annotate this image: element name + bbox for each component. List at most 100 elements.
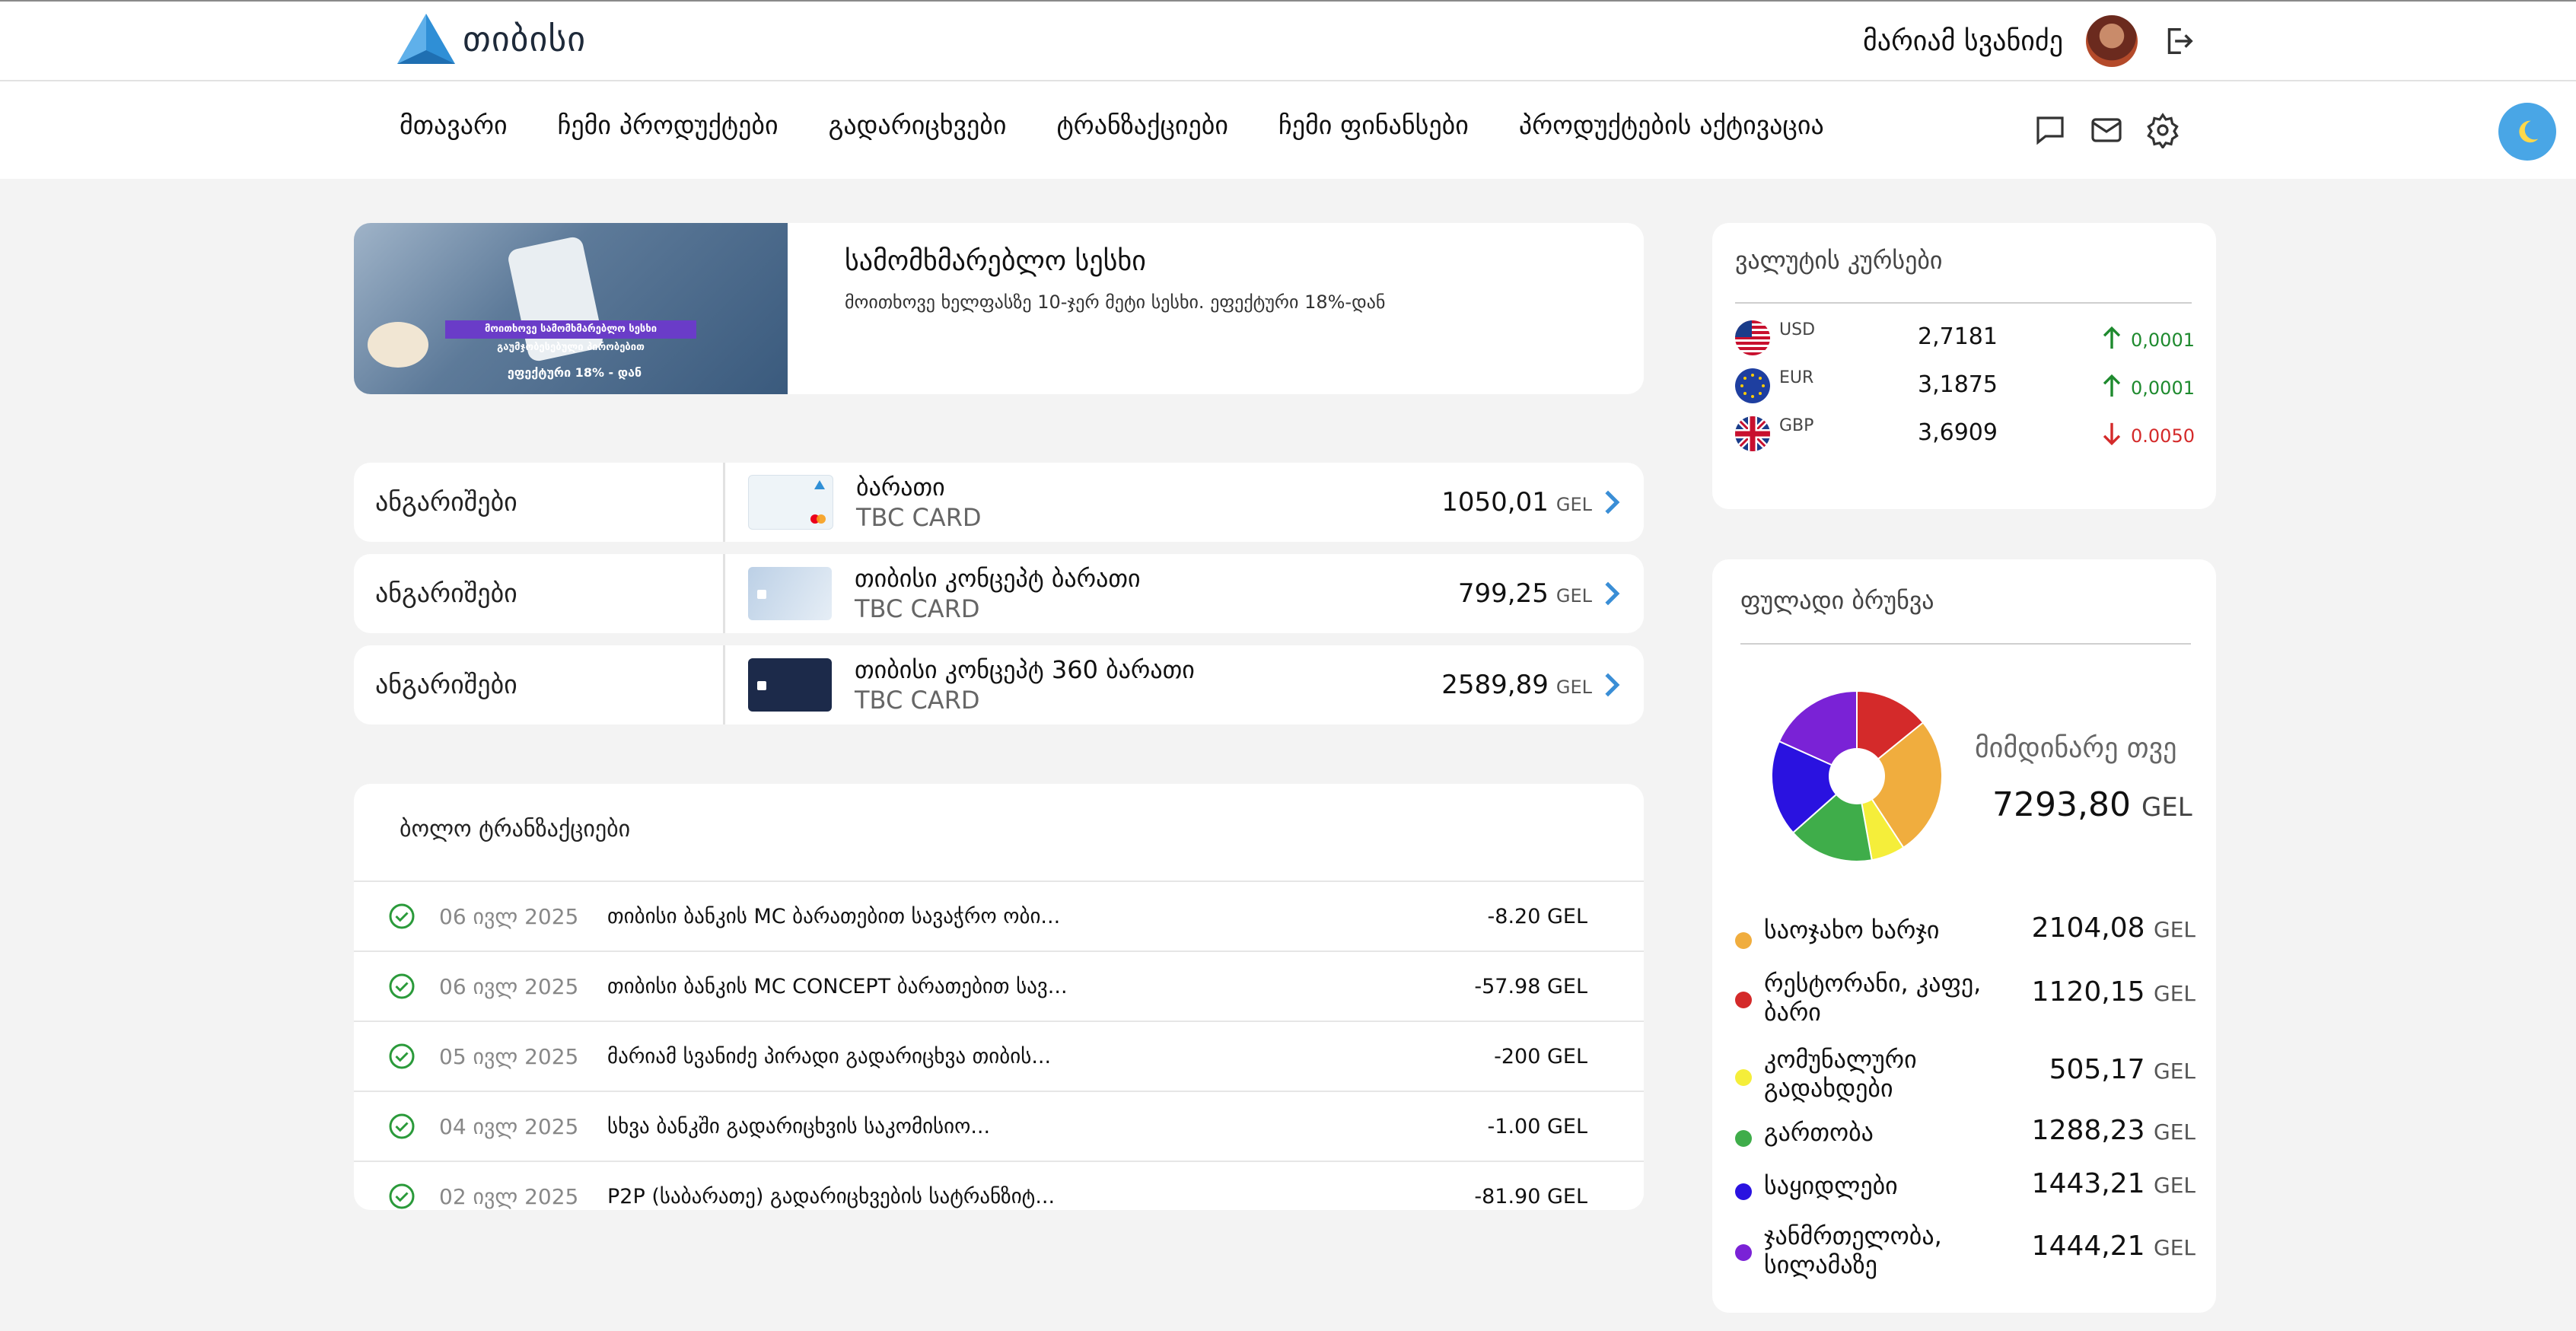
- rate-change: 0,0001: [2131, 330, 2195, 351]
- transaction-row[interactable]: 05 ივლ 2025 მარიამ სვანიძე პირადი გადარი…: [354, 1021, 1644, 1091]
- promo-card[interactable]: მოითხოვე სამომხმარებლო სესხი გაუმჯობესებ…: [354, 223, 1644, 394]
- user-area: მარიამ სვანიძე: [1863, 15, 2195, 67]
- arrow-up-icon: [2103, 374, 2121, 397]
- transaction-date: 06 ივლ 2025: [439, 903, 579, 929]
- pie-center-hole: [1829, 748, 1885, 804]
- balance-currency: GEL: [1555, 677, 1592, 698]
- transaction-row[interactable]: 06 ივლ 2025 თიბისი ბანკის MC CONCEPT ბარ…: [354, 950, 1644, 1021]
- card-chip: [757, 681, 766, 690]
- cashflow-pie-chart: [1771, 689, 1943, 862]
- nav-item-home[interactable]: მთავარი: [400, 110, 508, 141]
- category-color-dot: [1735, 1069, 1752, 1086]
- card-thumbnail: [748, 567, 832, 620]
- logout-icon[interactable]: [2160, 24, 2195, 59]
- transaction-description: თიბისი ბანკის MC CONCEPT ბარათებით სავ..…: [607, 974, 1068, 998]
- mail-icon[interactable]: [2088, 112, 2125, 148]
- logo[interactable]: თიბისი: [397, 14, 586, 64]
- gear-icon[interactable]: [2145, 112, 2181, 148]
- avatar[interactable]: [2086, 15, 2138, 67]
- category-amount: 1288,23 GEL: [2032, 1115, 2195, 1146]
- nav-item-my-finances[interactable]: ჩემი ფინანსები: [1278, 110, 1469, 141]
- eu-flag-icon: [1735, 368, 1770, 403]
- transaction-date: 06 ივლ 2025: [439, 973, 579, 999]
- category-name: რესტორანი, კაფე, ბარი: [1764, 969, 1982, 1027]
- category-amount: 505,17 GEL: [2049, 1054, 2195, 1085]
- moon-icon: [2519, 120, 2539, 143]
- account-row[interactable]: ანგარიშები ბარათი TBC CARD 1050,01 GEL: [354, 463, 1644, 542]
- account-name: თიბისი კონცეპტ ბარათი: [855, 564, 1141, 593]
- divider: [1735, 302, 2192, 304]
- category-amount-currency: GEL: [2154, 1173, 2195, 1198]
- currency-code: GBP: [1779, 416, 1814, 435]
- transaction-date: 04 ივლ 2025: [439, 1113, 579, 1139]
- us-flag-icon: [1735, 320, 1770, 355]
- account-info: თიბისი კონცეპტ ბარათი TBC CARD: [855, 564, 1141, 623]
- cashflow-total-currency: GEL: [2141, 792, 2192, 823]
- balance-currency: GEL: [1555, 494, 1592, 515]
- nav-icons: [2032, 112, 2181, 148]
- uk-flag-icon: [1735, 416, 1770, 451]
- transactions-list: 06 ივლ 2025 თიბისი ბანკის MC ბარათებით ს…: [354, 880, 1644, 1231]
- account-label: ანგარიშები: [375, 670, 517, 700]
- account-info: თიბისი კონცეპტ 360 ბარათი TBC CARD: [855, 655, 1195, 715]
- transaction-amount: -200 GEL: [1494, 1044, 1587, 1068]
- category-color-dot: [1735, 992, 1752, 1008]
- rate-value: 3,6909: [1918, 419, 1998, 446]
- balance-value: 799,25: [1457, 578, 1549, 609]
- category-color-dot: [1735, 932, 1752, 949]
- category-color-dot: [1735, 1130, 1752, 1147]
- category-name: კომუნალური გადახდები: [1764, 1045, 1917, 1103]
- nav-item-transfers[interactable]: გადარიცხვები: [829, 110, 1007, 141]
- promo-subtitle: მოითხოვე ხელფასზე 10-ჯერ მეტი სესხი. ეფე…: [845, 291, 1386, 313]
- arrow-up-icon: [2103, 326, 2121, 349]
- recent-transactions-card: ბოლო ტრანზაქციები 06 ივლ 2025 თიბისი ბან…: [354, 784, 1644, 1210]
- cashflow-title: ფულადი ბრუნვა: [1740, 586, 1934, 615]
- category-amount: 1444,21 GEL: [2032, 1231, 2195, 1262]
- category-amount: 2104,08 GEL: [2032, 912, 2195, 944]
- user-name[interactable]: მარიამ სვანიძე: [1863, 26, 2063, 57]
- tbc-card-logo-icon: [814, 480, 825, 489]
- main-nav: მთავარი ჩემი პროდუქტები გადარიცხვები ტრა…: [0, 81, 2576, 179]
- category-name: საყიდლები: [1764, 1171, 1898, 1200]
- category-name: საოჯახო ხარჯი: [1764, 915, 1940, 944]
- account-balance: 1050,01 GEL: [1441, 487, 1592, 517]
- category-color-dot: [1735, 1183, 1752, 1200]
- category-amount-value: 1120,15: [2031, 976, 2145, 1008]
- account-name: თიბისი კონცეპტ 360 ბარათი: [855, 655, 1195, 684]
- category-amount-value: 1444,21: [2031, 1231, 2145, 1262]
- transaction-date: 05 ივლ 2025: [439, 1043, 579, 1069]
- rate-row: USD 2,7181 0,0001: [1735, 319, 2195, 357]
- check-circle-icon: [389, 903, 415, 929]
- category-name: ჯანმრთელობა, სილამაზე: [1764, 1221, 1942, 1279]
- card-chip: [757, 590, 766, 599]
- account-row[interactable]: ანგარიშები თიბისი კონცეპტ 360 ბარათი TBC…: [354, 645, 1644, 724]
- transaction-row[interactable]: 06 ივლ 2025 თიბისი ბანკის MC ბარათებით ს…: [354, 880, 1644, 950]
- category-amount-currency: GEL: [2154, 917, 2195, 942]
- check-circle-icon: [389, 973, 415, 999]
- account-row[interactable]: ანგარიშები თიბისი კონცეპტ ბარათი TBC CAR…: [354, 554, 1644, 633]
- check-circle-icon: [389, 1113, 415, 1139]
- category-amount: 1120,15 GEL: [2032, 976, 2195, 1008]
- chevron-right-icon[interactable]: [1601, 489, 1622, 515]
- category-color-dot: [1735, 1244, 1752, 1261]
- mastercard-icon: [810, 514, 826, 524]
- transaction-row[interactable]: 02 ივლ 2025 P2P (საბარათე) გადარიცხვების…: [354, 1161, 1644, 1231]
- rate-row: GBP 3,6909 0.0050: [1735, 415, 2195, 453]
- account-label: ანგარიშები: [375, 487, 517, 517]
- nav-item-transactions[interactable]: ტრანზაქციები: [1056, 110, 1228, 141]
- chevron-right-icon[interactable]: [1601, 672, 1622, 698]
- nav-item-my-products[interactable]: ჩემი პროდუქტები: [558, 110, 779, 141]
- nav-item-product-activation[interactable]: პროდუქტების აქტივაცია: [1519, 110, 1824, 141]
- dark-mode-toggle[interactable]: [2498, 103, 2556, 161]
- chat-icon[interactable]: [2032, 112, 2068, 148]
- transaction-description: მარიამ სვანიძე პირადი გადარიცხვა თიბის..…: [607, 1044, 1052, 1068]
- transactions-title: ბოლო ტრანზაქციები: [400, 816, 631, 842]
- balance-currency: GEL: [1555, 585, 1592, 607]
- nav-items: მთავარი ჩემი პროდუქტები გადარიცხვები ტრა…: [400, 110, 1824, 141]
- rate-change: 0,0001: [2131, 377, 2195, 399]
- category-amount-currency: GEL: [2154, 1119, 2195, 1145]
- transaction-row[interactable]: 04 ივლ 2025 სხვა ბანკში გადარიცხვის საკო…: [354, 1091, 1644, 1161]
- chevron-right-icon[interactable]: [1601, 581, 1622, 607]
- rate-change: 0.0050: [2131, 425, 2195, 447]
- divider: [723, 463, 725, 542]
